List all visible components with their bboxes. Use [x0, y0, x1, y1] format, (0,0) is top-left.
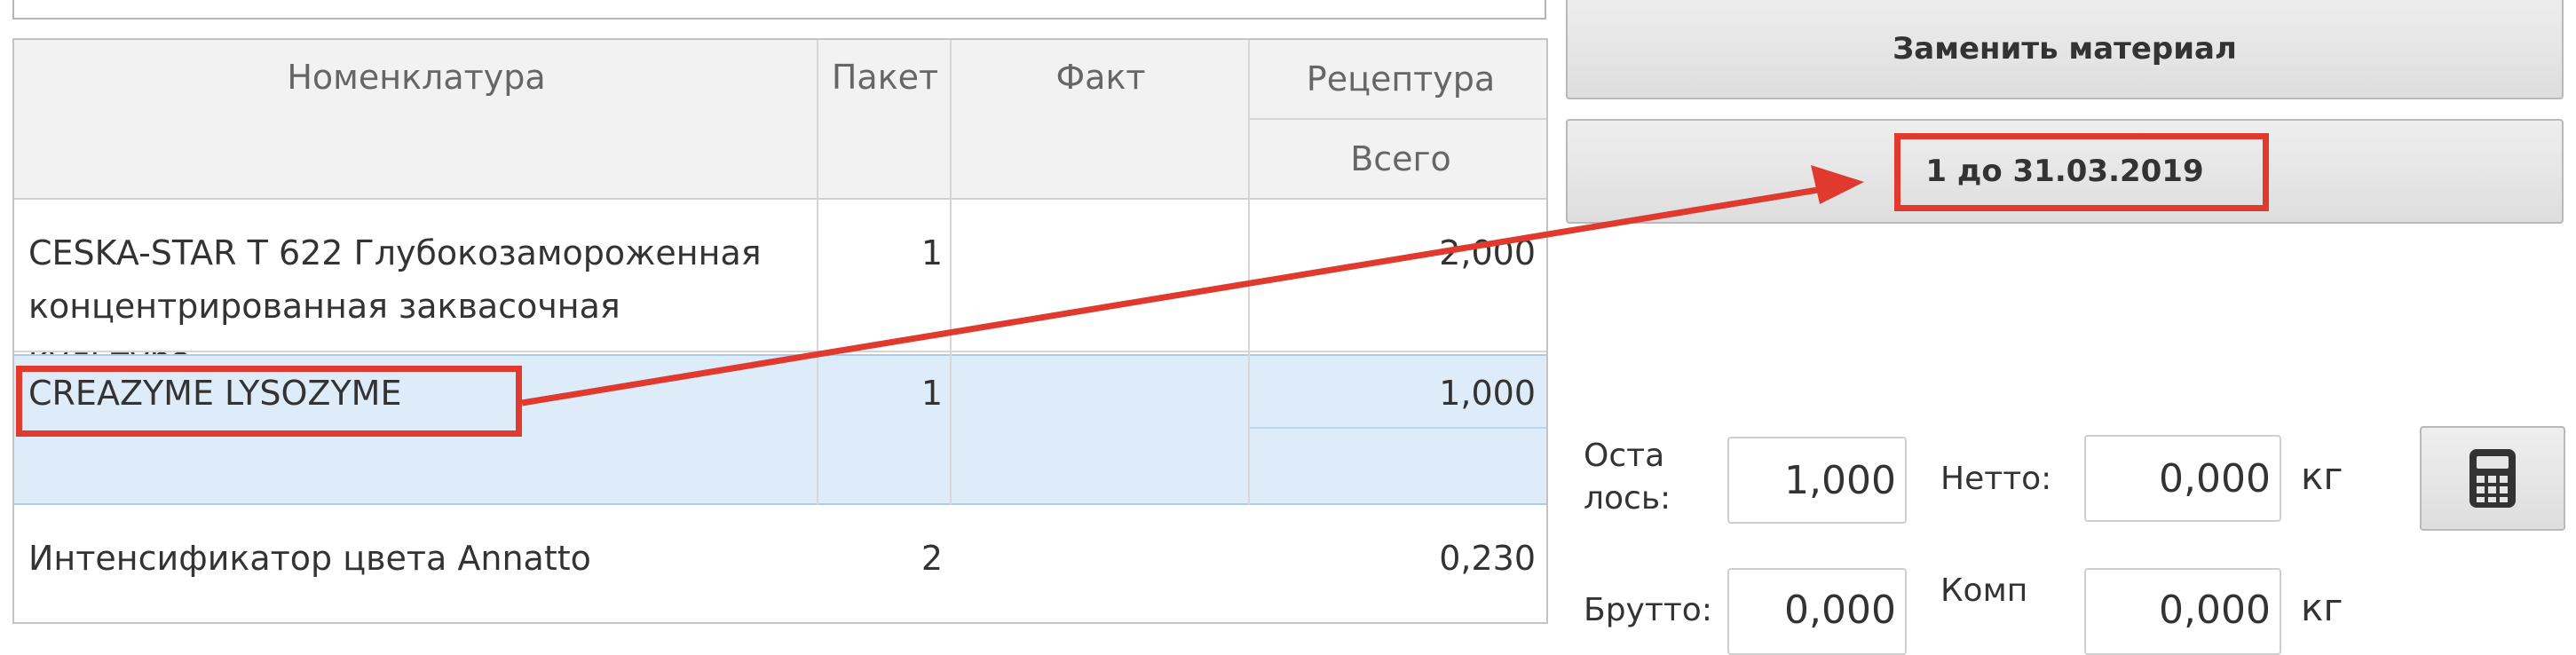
materials-table: Номенклатура Пакет Факт Рецептура Всего … — [12, 38, 1548, 624]
row-total: 2,000 — [1439, 233, 1536, 272]
net-unit: кг — [2301, 454, 2343, 498]
column-divider — [950, 40, 952, 505]
annotation-highlight-row — [16, 366, 522, 437]
remaining-field[interactable]: 1,000 — [1727, 437, 1907, 524]
table-row[interactable]: CESKA-STAR T 622 Глубокозамороженная кон… — [14, 200, 1546, 379]
header-recipe[interactable]: Рецептура — [1250, 40, 1546, 118]
row-packet: 1 — [921, 374, 943, 413]
header-recipe-total[interactable]: Всего — [1250, 120, 1546, 198]
header-nomenclature[interactable]: Номенклатура — [14, 40, 818, 198]
annotation-highlight-batch — [1894, 133, 2269, 211]
net-field[interactable]: 0,000 — [2084, 435, 2281, 522]
row-total: 0,230 — [1439, 539, 1536, 578]
header-packet[interactable]: Пакет — [818, 40, 952, 198]
net-label: Нетто: — [1940, 461, 2052, 497]
table-row[interactable]: Интенсификатор цвета Annatto 2 0,230 — [14, 509, 1546, 622]
row-name-line: Интенсификатор цвета Annatto — [28, 539, 591, 578]
previous-field — [12, 0, 1546, 20]
comp-unit: кг — [2301, 586, 2343, 629]
row-subdivider — [1250, 427, 1546, 429]
row-packet: 1 — [921, 233, 943, 272]
column-divider — [817, 40, 818, 505]
replace-material-button[interactable]: Заменить материал — [1566, 0, 2564, 99]
row-divider — [14, 351, 1546, 352]
column-divider — [1248, 40, 1250, 505]
header-divider — [1250, 118, 1546, 120]
comp-field[interactable]: 0,000 — [2084, 568, 2281, 655]
row-packet: 2 — [921, 539, 943, 578]
gross-field[interactable]: 0,000 — [1727, 568, 1907, 655]
calculator-button[interactable] — [2420, 426, 2565, 531]
gross-label: Брутто: — [1584, 592, 1712, 628]
remaining-label: Оста лось: — [1584, 438, 1671, 517]
row-name-line: CESKA-STAR T 622 Глубокозамороженная — [28, 233, 762, 272]
calculator-icon — [2469, 449, 2516, 508]
comp-label: Комп — [1940, 572, 2028, 609]
row-total: 1,000 — [1439, 374, 1536, 413]
header-fact[interactable]: Факт — [952, 40, 1250, 198]
